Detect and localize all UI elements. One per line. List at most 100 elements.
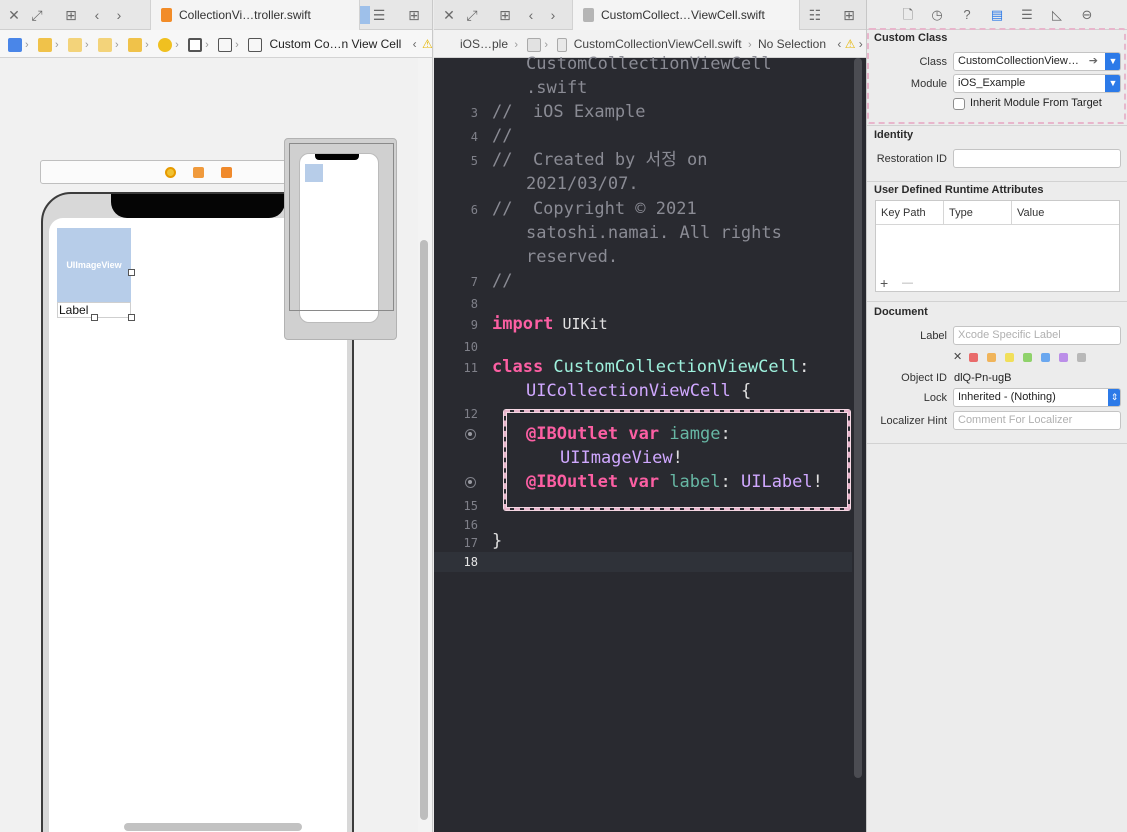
canvas-horizontal-scrollbar[interactable]: [124, 823, 302, 831]
issue-back-icon[interactable]: ‹: [837, 37, 841, 51]
outlet-connection-icon[interactable]: [465, 477, 476, 488]
storyboard-tab-icon[interactable]: [360, 6, 370, 24]
swift-file-icon[interactable]: [557, 37, 568, 52]
scene-icon[interactable]: [128, 37, 143, 52]
help-inspector-icon[interactable]: ?: [959, 7, 975, 23]
module-label: Module: [910, 78, 947, 90]
storyboard-icon[interactable]: [98, 37, 113, 52]
column-header-value[interactable]: Value: [1012, 201, 1119, 225]
scene-vc-icon[interactable]: [165, 167, 176, 178]
canvas-vertical-scrollbar[interactable]: [420, 240, 428, 820]
minimap-viewport[interactable]: [289, 143, 394, 311]
chevron-updown-icon[interactable]: ⇕: [1108, 389, 1120, 406]
size-inspector-icon[interactable]: ◺: [1049, 7, 1065, 23]
code-line-2a: CustomCollectionViewCell: [526, 54, 772, 74]
restoration-id-field[interactable]: [953, 149, 1121, 168]
code-line-17: }: [492, 531, 503, 551]
line-number: 6: [470, 203, 478, 217]
close-icon[interactable]: ✕: [440, 6, 458, 24]
jumpbar-project[interactable]: iOS…ple: [460, 37, 508, 51]
line-number: 4: [470, 130, 478, 144]
issue-back-icon[interactable]: ‹: [413, 37, 417, 51]
chevron-down-icon[interactable]: ▼: [1105, 75, 1120, 92]
folder-icon-2[interactable]: [68, 37, 83, 52]
folder-icon[interactable]: [527, 37, 542, 52]
code-line-5b: 2021/03/07.: [526, 174, 639, 194]
attributes-inspector-icon[interactable]: ☰: [1019, 7, 1035, 23]
inherit-module-checkbox[interactable]: [953, 98, 965, 110]
code-line-11a: class CustomCollectionViewCell:: [492, 357, 810, 377]
localizer-hint-field[interactable]: Comment For Localizer: [953, 411, 1121, 430]
module-combo-field[interactable]: iOS_Example ▼: [953, 74, 1121, 93]
source-code[interactable]: CustomCollectionViewCell .swift 3 // iOS…: [434, 54, 866, 832]
chevron-down-icon[interactable]: ▼: [1105, 53, 1120, 70]
clear-color-icon[interactable]: ✕: [953, 350, 962, 363]
cell-image-view[interactable]: UIImageView: [57, 228, 131, 302]
resize-handle-corner[interactable]: [128, 314, 135, 321]
connections-inspector-icon[interactable]: ⊖: [1079, 7, 1095, 23]
expand-icon[interactable]: ⤢: [28, 6, 46, 24]
back-chevron-icon[interactable]: ‹: [88, 6, 106, 24]
line-number: 17: [463, 536, 478, 550]
view-icon[interactable]: [188, 37, 203, 52]
lines-icon[interactable]: ☰: [370, 6, 388, 24]
expand-icon[interactable]: ⤢: [463, 6, 481, 24]
left-jump-bar: › › › › › › › › Custom Co…n View Cell ‹ …: [0, 30, 432, 58]
jumpbar-selection[interactable]: No Selection: [758, 37, 826, 51]
identity-inspector-icon[interactable]: ▤: [989, 7, 1005, 23]
add-attribute-button[interactable]: +: [880, 275, 888, 291]
line-number: 3: [470, 106, 478, 120]
project-icon[interactable]: [8, 37, 22, 52]
file-inspector-icon[interactable]: 🗋: [900, 7, 916, 23]
grid-icon[interactable]: ⊞: [496, 6, 514, 24]
resize-handle-right[interactable]: [128, 269, 135, 276]
storyboard-canvas[interactable]: UIImageView Label: [0, 58, 418, 832]
view-controller-icon[interactable]: [158, 37, 173, 52]
jumpbar-file[interactable]: CustomCollectionViewCell.swift: [574, 37, 742, 51]
color-swatch-purple[interactable]: [1059, 353, 1068, 362]
exit-icon[interactable]: [221, 167, 232, 178]
color-swatch-green[interactable]: [1023, 353, 1032, 362]
collection-view-icon[interactable]: [218, 37, 233, 52]
tab-collection-view-controller[interactable]: CollectionVi…troller.swift: [150, 0, 360, 30]
color-swatch-blue[interactable]: [1041, 353, 1050, 362]
color-swatch-orange[interactable]: [987, 353, 996, 362]
color-swatch-red[interactable]: [969, 353, 978, 362]
jumpbar-selected-item[interactable]: Custom Co…n View Cell: [269, 37, 401, 51]
related-items-icon[interactable]: ☷: [806, 6, 824, 24]
left-tab-bar: ✕ ⤢ ⊞ ‹ › CollectionVi…troller.swift ☰ ⊞: [0, 0, 432, 30]
warning-icon[interactable]: ⚠: [422, 37, 432, 51]
outlets-highlight-annotation: [504, 410, 850, 510]
color-swatch-gray[interactable]: [1077, 353, 1086, 362]
tab-custom-collection-view-cell[interactable]: CustomCollect…ViewCell.swift: [572, 0, 800, 30]
center-tab-bar: ✕ ⤢ ⊞ ‹ › CustomCollect…ViewCell.swift ☷…: [434, 0, 866, 30]
add-editor-icon[interactable]: ⊞: [840, 6, 858, 24]
class-combo-field[interactable]: CustomCollectionView… ➔ ▼: [953, 52, 1121, 71]
section-title: Document: [874, 306, 928, 318]
color-swatch-yellow[interactable]: [1005, 353, 1014, 362]
column-header-type[interactable]: Type: [944, 201, 1012, 225]
close-icon[interactable]: ✕: [5, 6, 23, 24]
forward-chevron-icon[interactable]: ›: [544, 6, 562, 24]
column-header-key-path[interactable]: Key Path: [876, 201, 944, 225]
editor-vertical-scrollbar[interactable]: [854, 58, 862, 778]
outlet-connection-icon[interactable]: [465, 429, 476, 440]
forward-chevron-icon[interactable]: ›: [110, 6, 128, 24]
folder-icon[interactable]: [38, 37, 53, 52]
history-inspector-icon[interactable]: ◷: [929, 7, 945, 23]
navigate-arrow-icon[interactable]: ➔: [1089, 53, 1098, 70]
warning-icon[interactable]: ⚠: [845, 37, 856, 51]
lock-popup[interactable]: Inherited - (Nothing) ⇕: [953, 388, 1121, 407]
doc-label-field[interactable]: Xcode Specific Label: [953, 326, 1121, 345]
section-title: Custom Class: [874, 32, 948, 44]
runtime-attributes-table[interactable]: Key Path Type Value + —: [875, 200, 1120, 292]
resize-handle-bottom[interactable]: [91, 314, 98, 321]
canvas-minimap[interactable]: [284, 138, 397, 340]
grid-icon[interactable]: ⊞: [62, 6, 80, 24]
cell-icon[interactable]: [248, 37, 263, 52]
issue-forward-icon[interactable]: ›: [859, 37, 863, 51]
remove-attribute-button[interactable]: —: [902, 277, 913, 289]
back-chevron-icon[interactable]: ‹: [522, 6, 540, 24]
first-responder-icon[interactable]: [193, 167, 204, 178]
add-editor-icon[interactable]: ⊞: [405, 6, 423, 24]
